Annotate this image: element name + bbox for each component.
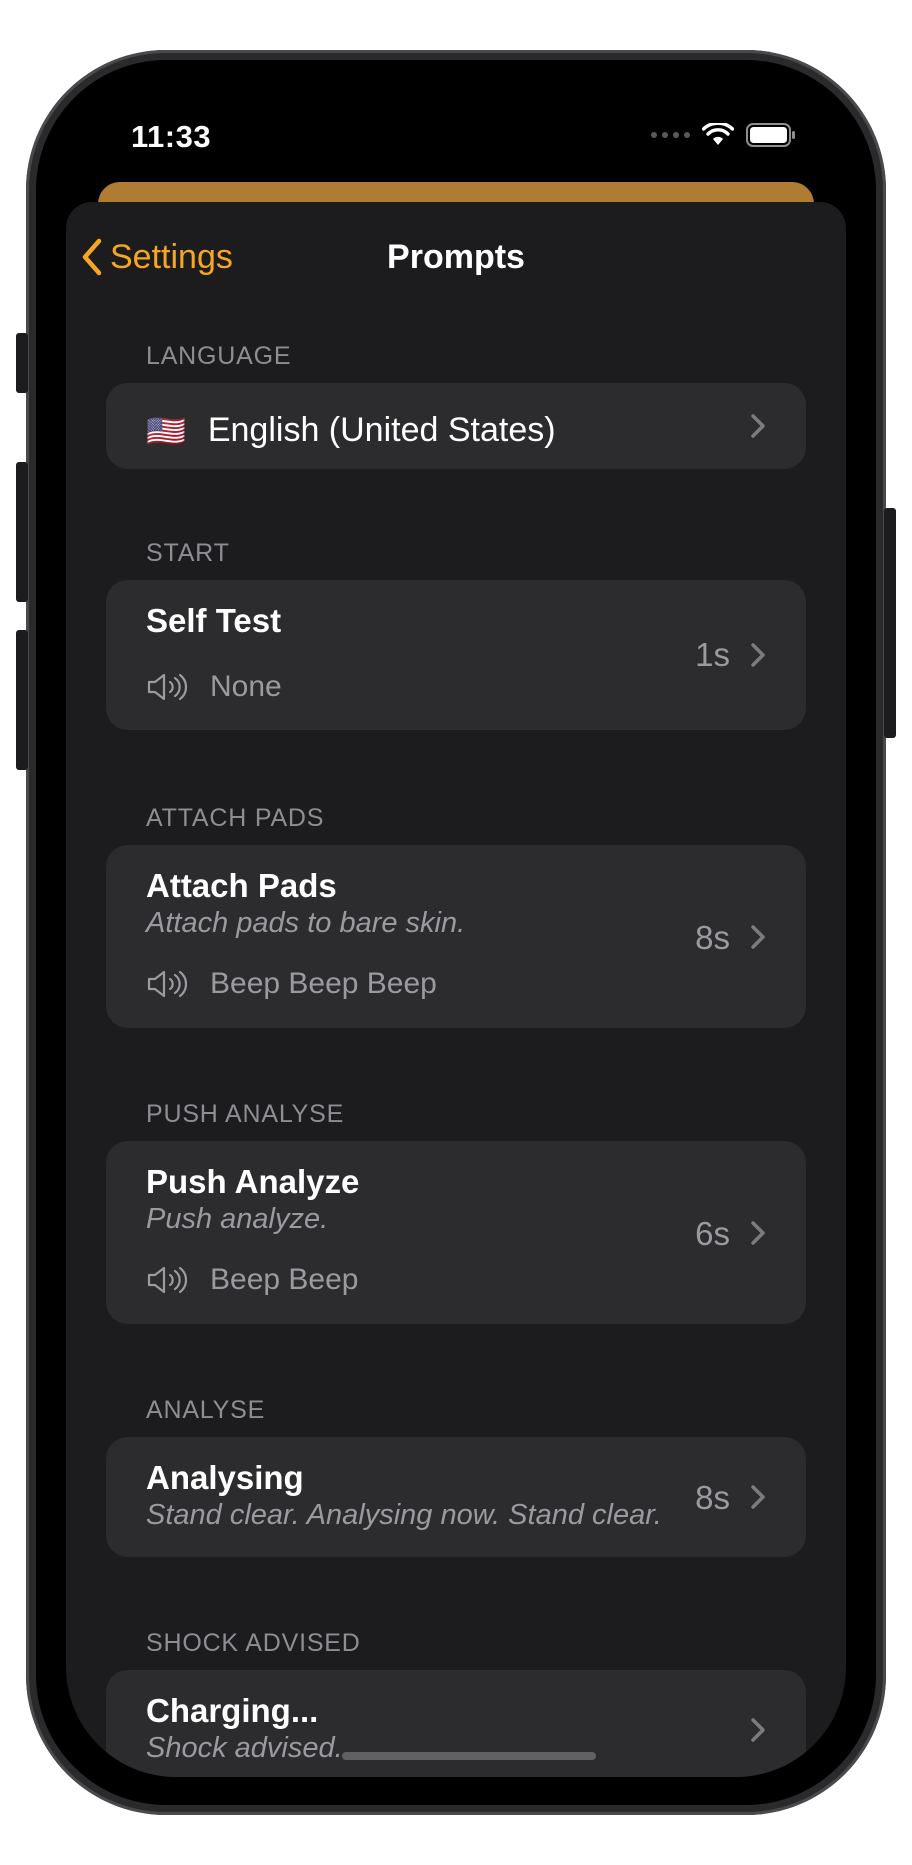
prompt-title: Charging... xyxy=(146,1692,319,1729)
section-header-analyse: ANALYSE xyxy=(146,1396,266,1424)
prompt-cell-push-analyze[interactable]: Push Analyze Push analyze. Beep Beep 6s xyxy=(106,1141,806,1324)
prompt-subtitle: Push analyze. xyxy=(146,1203,329,1235)
prompt-cell-analysing[interactable]: Analysing Stand clear. Analysing now. St… xyxy=(106,1437,806,1557)
prompt-sound: Beep Beep Beep xyxy=(146,967,437,1001)
section-header-start: START xyxy=(146,539,230,567)
speaker-icon xyxy=(147,1266,188,1294)
home-indicator xyxy=(342,1752,596,1760)
chevron-right-icon xyxy=(751,925,765,949)
status-bar: 11:33 xyxy=(36,105,876,175)
status-time: 11:33 xyxy=(131,119,212,154)
chevron-right-icon xyxy=(751,643,765,667)
prompt-title: Attach Pads xyxy=(146,867,337,904)
prompt-sound-label: Beep Beep xyxy=(210,1263,359,1296)
section-header-shock-advised: SHOCK ADVISED xyxy=(146,1629,361,1657)
prompt-title: Push Analyze xyxy=(146,1163,360,1200)
wifi-icon xyxy=(702,123,734,145)
prompt-cell-charging[interactable]: Charging... Shock advised. xyxy=(106,1670,806,1777)
chevron-right-icon xyxy=(751,1221,765,1245)
language-value: English (United States) xyxy=(207,411,556,449)
prompt-subtitle: Shock advised. xyxy=(146,1732,343,1764)
section-header-language: LANGUAGE xyxy=(146,342,292,370)
prompt-sound-label: None xyxy=(210,670,282,703)
prompt-sound: Beep Beep xyxy=(146,1263,358,1297)
prompt-cell-self-test[interactable]: Self Test None 1s xyxy=(106,580,806,730)
status-icons xyxy=(651,123,796,147)
prompt-cell-attach-pads[interactable]: Attach Pads Attach pads to bare skin. Be… xyxy=(106,845,806,1028)
prompt-subtitle: Stand clear. Analysing now. Stand clear. xyxy=(146,1499,662,1531)
prompt-sound-label: Beep Beep Beep xyxy=(210,967,437,1000)
language-cell[interactable]: 🇺🇸 English (United States) xyxy=(106,383,806,469)
prompt-duration: 8s xyxy=(695,919,730,956)
battery-icon xyxy=(746,123,795,147)
prompt-duration: 8s xyxy=(695,1479,730,1516)
prompt-title: Analysing xyxy=(146,1459,304,1496)
section-header-attach-pads: ATTACH PADS xyxy=(146,804,325,832)
power-button xyxy=(884,508,896,738)
page-title: Prompts xyxy=(387,238,525,276)
speaker-icon xyxy=(147,970,188,998)
chevron-right-icon xyxy=(751,414,765,438)
cellular-signal-icon xyxy=(651,132,690,138)
language-row: 🇺🇸 English (United States) xyxy=(146,411,556,450)
prompt-title: Self Test xyxy=(146,602,282,639)
navigation-bar: Settings Prompts xyxy=(66,202,846,307)
us-flag-icon: 🇺🇸 xyxy=(146,412,186,449)
speaker-icon xyxy=(147,673,188,701)
prompt-sound: None xyxy=(146,670,282,704)
prompt-duration: 6s xyxy=(695,1215,730,1252)
section-header-push-analyse: PUSH ANALYSE xyxy=(146,1100,345,1128)
volume-down-button xyxy=(16,630,28,770)
silent-switch xyxy=(16,333,28,393)
volume-up-button xyxy=(16,462,28,602)
prompt-subtitle: Attach pads to bare skin. xyxy=(146,907,466,939)
chevron-right-icon xyxy=(751,1485,765,1509)
prompts-modal: Settings Prompts LANGUAGE 🇺🇸 English (Un… xyxy=(66,202,846,1777)
prompt-duration: 1s xyxy=(695,636,730,673)
chevron-right-icon xyxy=(751,1718,765,1742)
